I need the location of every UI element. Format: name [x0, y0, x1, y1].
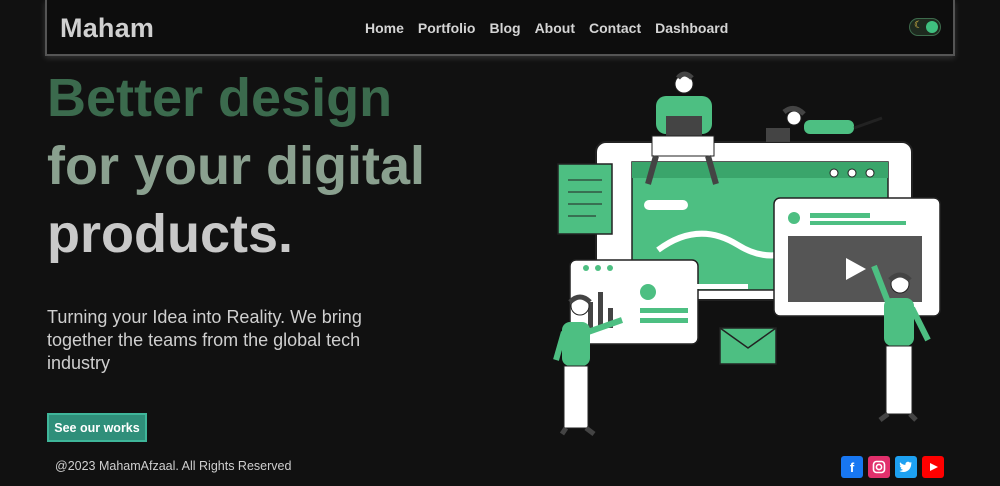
navbar: Maham Home Portfolio Blog About Contact … — [45, 0, 955, 56]
instagram-icon[interactable] — [868, 456, 890, 478]
nav-contact[interactable]: Contact — [589, 20, 641, 36]
twitter-icon[interactable] — [895, 456, 917, 478]
hero-illustration — [553, 71, 941, 436]
brand-logo[interactable]: Maham — [60, 13, 154, 44]
headline-line-3: products. — [47, 204, 294, 264]
headline-line-2: for your digital — [47, 136, 425, 196]
theme-toggle[interactable]: ☾ — [909, 18, 941, 36]
see-our-works-button[interactable]: See our works — [47, 413, 147, 442]
nav-links: Home Portfolio Blog About Contact Dashbo… — [365, 20, 728, 36]
hero-subtitle: Turning your Idea into Reality. We bring… — [47, 307, 362, 373]
facebook-icon[interactable]: f — [841, 456, 863, 478]
social-links: f — [841, 456, 944, 478]
nav-home[interactable]: Home — [365, 20, 404, 36]
hero-headline: Better design for your digital products. — [47, 64, 425, 268]
nav-dashboard[interactable]: Dashboard — [655, 20, 728, 36]
moon-icon: ☾ — [914, 20, 923, 31]
nav-blog[interactable]: Blog — [489, 20, 520, 36]
toggle-knob — [926, 21, 938, 33]
headline-line-1: Better design — [47, 68, 393, 128]
nav-portfolio[interactable]: Portfolio — [418, 20, 476, 36]
youtube-icon[interactable] — [922, 456, 944, 478]
nav-about[interactable]: About — [535, 20, 575, 36]
footer-copyright: @2023 MahamAfzaal. All Rights Reserved — [55, 459, 292, 473]
